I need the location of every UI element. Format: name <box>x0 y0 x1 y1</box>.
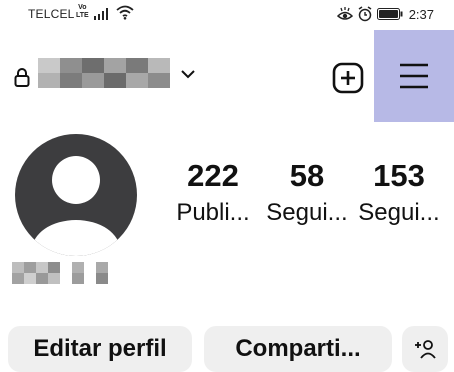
posts-count: 222 <box>187 158 239 193</box>
edit-profile-button[interactable]: Editar perfil <box>8 326 192 372</box>
following-count: 153 <box>373 158 425 193</box>
status-bar: TELCEL Vo LTE 2:37 <box>0 0 454 30</box>
create-button[interactable] <box>330 60 366 96</box>
menu-button[interactable] <box>374 30 454 122</box>
avatar[interactable] <box>15 134 137 256</box>
share-profile-button[interactable]: Comparti... <box>204 326 392 372</box>
clock: 2:37 <box>408 6 434 22</box>
profile-top-bar <box>0 30 454 122</box>
followers-label: Segui... <box>266 199 348 226</box>
stat-followers[interactable]: 58 Segui... <box>259 158 355 228</box>
volte-bottom-label: LTE <box>76 12 89 19</box>
stat-posts[interactable]: 222 Publi... <box>171 158 255 228</box>
following-label: Segui... <box>358 199 440 226</box>
alarm-icon <box>358 6 372 22</box>
profile-name-pixelated <box>12 262 108 284</box>
carrier-name: TELCEL <box>28 7 75 21</box>
status-right: 2:37 <box>336 6 434 22</box>
plus-square-icon <box>332 62 364 94</box>
stat-following[interactable]: 153 Segui... <box>354 158 444 228</box>
default-avatar-icon <box>32 156 120 256</box>
lock-icon <box>14 68 30 87</box>
posts-label: Publi... <box>176 199 250 226</box>
eye-comfort-icon <box>336 7 353 20</box>
username-pixelated[interactable] <box>38 58 170 88</box>
volte-icon: Vo LTE <box>76 4 89 20</box>
signal-icon <box>94 8 108 20</box>
volte-top-label: Vo <box>78 4 87 11</box>
add-person-icon <box>415 340 436 359</box>
battery-icon <box>376 8 403 20</box>
discover-people-button[interactable] <box>402 326 448 372</box>
followers-count: 58 <box>289 158 325 193</box>
wifi-icon <box>116 5 134 20</box>
hamburger-menu-icon <box>400 63 428 89</box>
chevron-down-icon[interactable] <box>181 69 195 79</box>
